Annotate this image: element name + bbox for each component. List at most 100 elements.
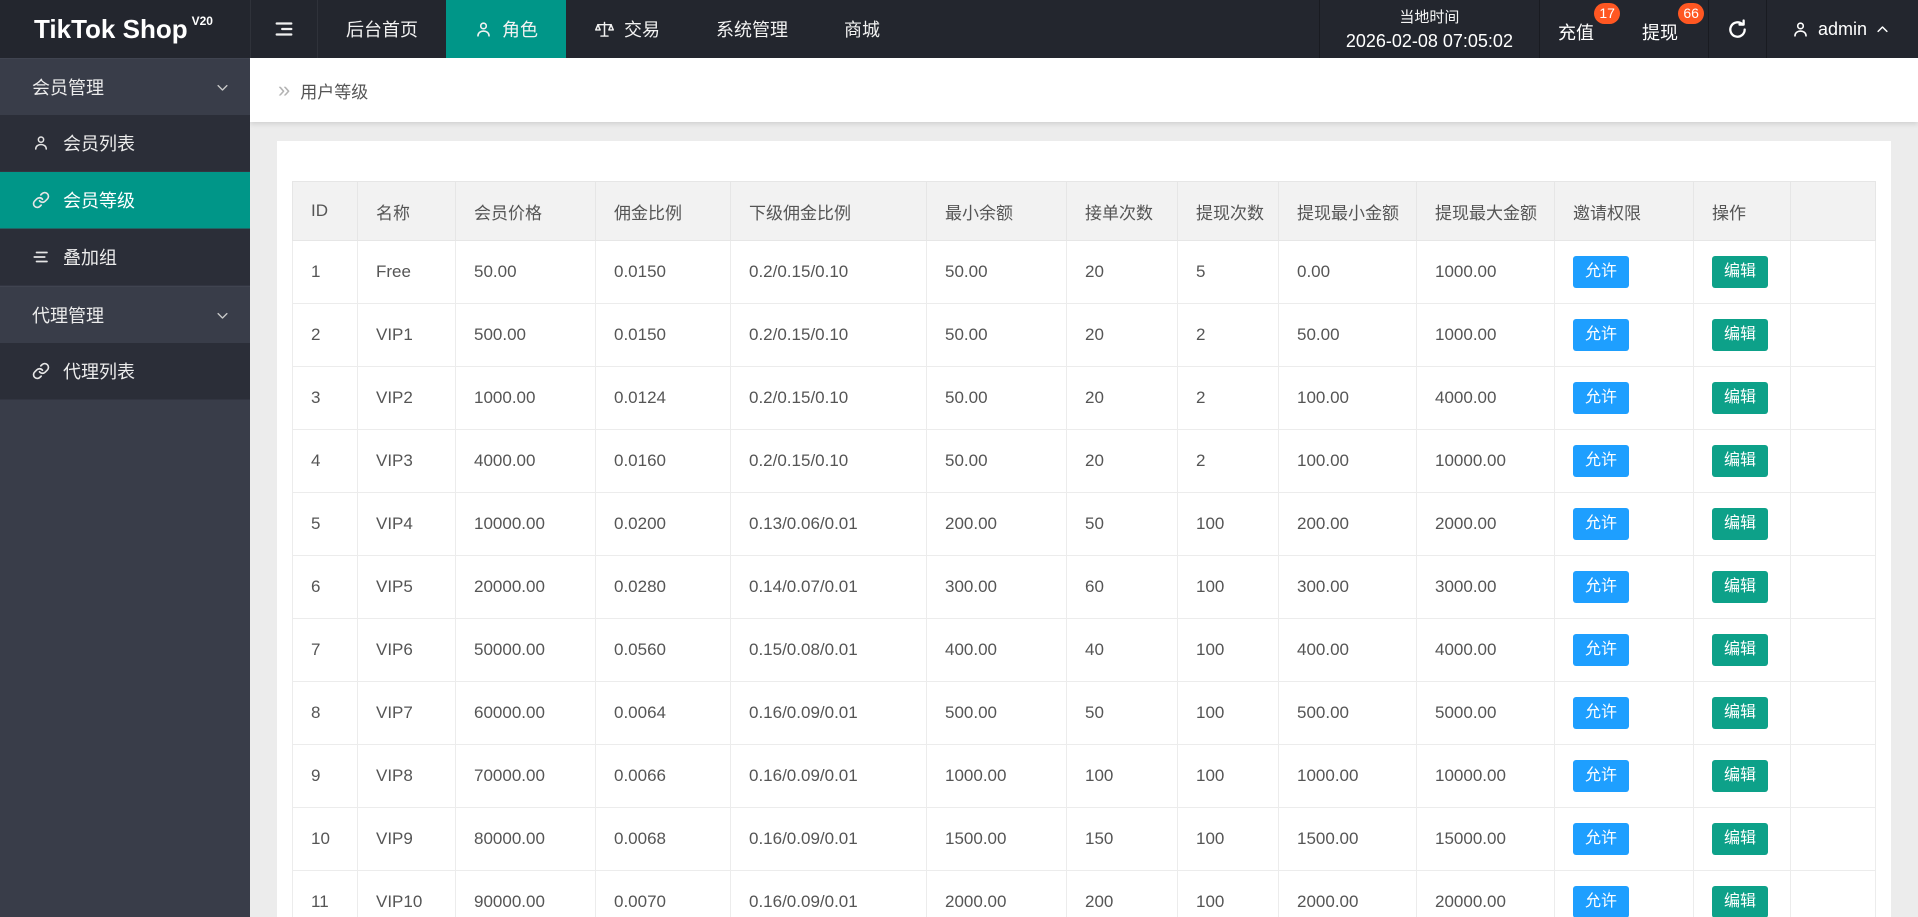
cell: 50000.00 (455, 618, 596, 682)
user-icon (1791, 20, 1810, 39)
edit-button[interactable]: 编辑 (1712, 886, 1769, 917)
withdraw-button[interactable]: 提现 66 (1624, 0, 1708, 58)
user-menu[interactable]: admin (1765, 0, 1918, 58)
cell: 0.0150 (595, 303, 731, 367)
withdraw-label: 提现 (1641, 23, 1678, 43)
app-logo[interactable]: TikTok Shop V20 (0, 0, 250, 58)
app-version: V20 (191, 14, 213, 28)
scales-icon (594, 19, 615, 40)
cell-filler (1790, 303, 1876, 367)
cell: 0.15/0.08/0.01 (730, 618, 927, 682)
edit-button[interactable]: 编辑 (1712, 445, 1769, 477)
cell: 0.16/0.09/0.01 (730, 681, 927, 745)
edit-button[interactable]: 编辑 (1712, 319, 1769, 351)
cell: 500.00 (455, 303, 596, 367)
cell: 300.00 (1278, 555, 1417, 619)
cell: VIP5 (357, 555, 456, 619)
edit-button[interactable]: 编辑 (1712, 697, 1769, 729)
cell-invite-permission: 允许 (1554, 807, 1694, 871)
cell-invite-permission: 允许 (1554, 429, 1694, 493)
topbar-right: 当地时间 2026-02-08 07:05:02 充值 17 提现 66 adm… (1318, 0, 1918, 58)
cell: 100.00 (1278, 366, 1417, 430)
allow-button[interactable]: 允许 (1573, 256, 1630, 288)
hamburger-icon (273, 18, 295, 40)
allow-button[interactable]: 允许 (1573, 382, 1630, 414)
cell: 0.16/0.09/0.01 (730, 744, 927, 808)
sidebar-group-label: 会员管理 (32, 78, 104, 98)
sidebar-item-stack-group[interactable]: 叠加组 (0, 229, 250, 286)
cell: 50 (1066, 681, 1178, 745)
cell: 0.14/0.07/0.01 (730, 555, 927, 619)
cell-filler (1790, 618, 1876, 682)
sidebar-item-member-level[interactable]: 会员等级 (0, 172, 250, 229)
edit-button[interactable]: 编辑 (1712, 382, 1769, 414)
allow-button[interactable]: 允许 (1573, 571, 1630, 603)
cell: 0.2/0.15/0.10 (730, 303, 927, 367)
allow-button[interactable]: 允许 (1573, 508, 1630, 540)
cell: 200 (1066, 870, 1178, 917)
column-header-0: ID (292, 181, 358, 241)
cell-invite-permission: 允许 (1554, 744, 1694, 808)
edit-button[interactable]: 编辑 (1712, 508, 1769, 540)
cell: 2 (1177, 429, 1279, 493)
cell-invite-permission: 允许 (1554, 870, 1694, 917)
cell-actions: 编辑 (1693, 492, 1791, 556)
cell: 50.00 (926, 366, 1067, 430)
cell: 100 (1177, 492, 1279, 556)
cell: 100 (1177, 555, 1279, 619)
cell: VIP4 (357, 492, 456, 556)
cell: 5000.00 (1416, 681, 1555, 745)
cell: 2 (1177, 303, 1279, 367)
cell: 200.00 (926, 492, 1067, 556)
app-title: TikTok Shop (34, 13, 188, 44)
allow-button[interactable]: 允许 (1573, 319, 1630, 351)
edit-button[interactable]: 编辑 (1712, 823, 1769, 855)
cell: 50.00 (926, 303, 1067, 367)
edit-button[interactable]: 编辑 (1712, 760, 1769, 792)
table-row: 1 Free 50.00 0.0150 0.2/0.15/0.10 50.00 20 5 0.0… (292, 240, 1876, 304)
nav-item-trade[interactable]: 交易 (566, 0, 688, 58)
cell: 1000.00 (1278, 744, 1417, 808)
cell: 50.00 (1278, 303, 1417, 367)
recharge-button[interactable]: 充值 17 (1540, 0, 1624, 58)
column-header-7: 提现次数 (1177, 181, 1279, 241)
link-icon (32, 362, 50, 380)
allow-button[interactable]: 允许 (1573, 886, 1630, 917)
table-row: 5 VIP4 10000.00 0.0200 0.13/0.06/0.01 200.00 5… (292, 492, 1876, 556)
allow-button[interactable]: 允许 (1573, 445, 1630, 477)
cell-actions: 编辑 (1693, 366, 1791, 430)
nav-item-label: 交易 (624, 20, 660, 40)
cell: 0.0150 (595, 240, 731, 304)
cell: 0.0070 (595, 870, 731, 917)
cell-filler (1790, 492, 1876, 556)
cell-invite-permission: 允许 (1554, 618, 1694, 682)
nav-item-roles[interactable]: 角色 (446, 0, 566, 58)
column-header-8: 提现最小金额 (1278, 181, 1417, 241)
sidebar-toggle-button[interactable] (250, 0, 318, 58)
sidebar-item-member-list[interactable]: 会员列表 (0, 115, 250, 172)
allow-button[interactable]: 允许 (1573, 823, 1630, 855)
cell: 0.0068 (595, 807, 731, 871)
allow-button[interactable]: 允许 (1573, 760, 1630, 792)
edit-button[interactable]: 编辑 (1712, 256, 1769, 288)
sidebar-group-member-management[interactable]: 会员管理 (0, 58, 250, 115)
nav-item-label: 系统管理 (716, 20, 788, 40)
sidebar-item-agent-list[interactable]: 代理列表 (0, 343, 250, 400)
cell: 1500.00 (1278, 807, 1417, 871)
edit-button[interactable]: 编辑 (1712, 634, 1769, 666)
chevron-up-icon (1875, 22, 1890, 37)
withdraw-count-badge: 66 (1678, 3, 1704, 24)
allow-button[interactable]: 允许 (1573, 634, 1630, 666)
nav-item-system[interactable]: 系统管理 (688, 0, 816, 58)
sidebar-group-agent-management[interactable]: 代理管理 (0, 286, 250, 343)
chevron-down-icon (215, 308, 230, 323)
nav-item-mall[interactable]: 商城 (816, 0, 908, 58)
edit-button[interactable]: 编辑 (1712, 571, 1769, 603)
allow-button[interactable]: 允许 (1573, 697, 1630, 729)
user-level-table: ID 名称 会员价格 佣金比例 下级佣金比例 最小余额 接单次数 提现次数 提现最小金额 提现最大… (292, 181, 1876, 917)
recharge-count-badge: 17 (1594, 3, 1620, 24)
nav-item-home[interactable]: 后台首页 (318, 0, 446, 58)
cell-filler (1790, 681, 1876, 745)
refresh-button[interactable] (1707, 0, 1766, 58)
cell: 50.00 (926, 240, 1067, 304)
